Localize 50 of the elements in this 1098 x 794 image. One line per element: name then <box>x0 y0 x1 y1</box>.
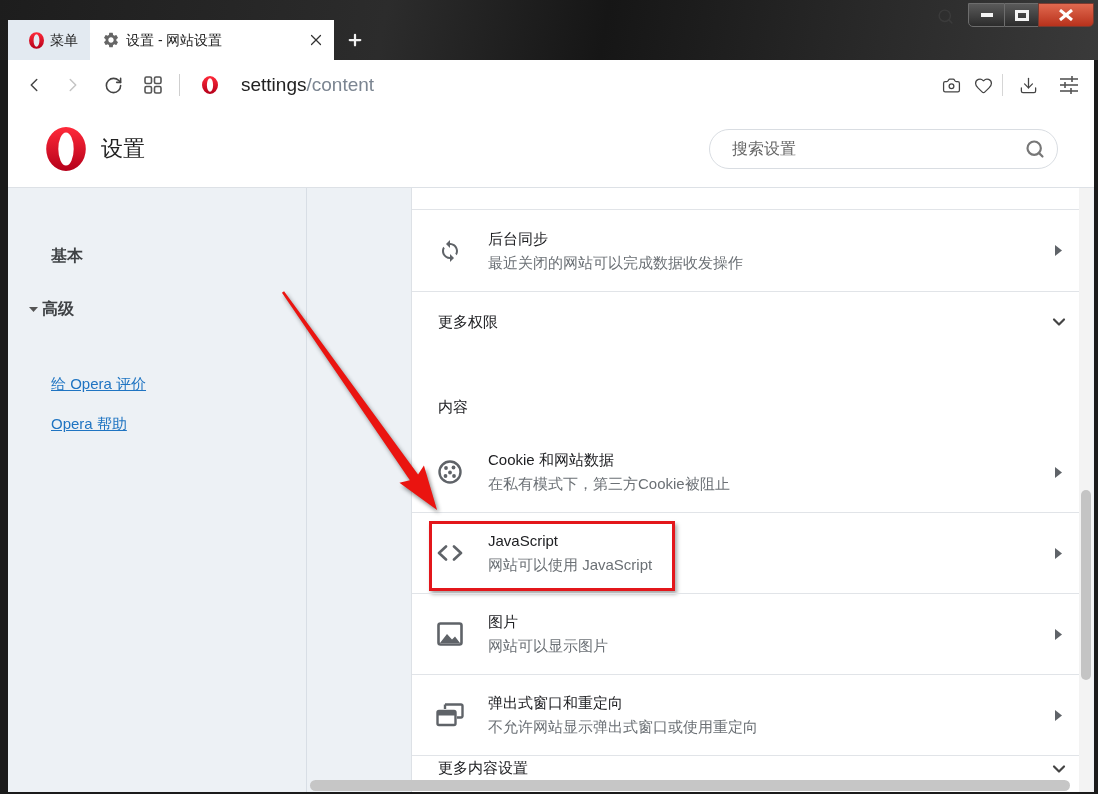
download-icon[interactable] <box>1019 75 1038 95</box>
caret-right-icon[interactable] <box>1055 709 1062 721</box>
tab[interactable]: 设置 - 网站设置 <box>90 20 334 60</box>
setting-title: Cookie 和网站数据 <box>488 450 614 470</box>
caret-right-icon[interactable] <box>1055 245 1062 256</box>
sidebar-link[interactable]: Opera 帮助 <box>51 414 127 434</box>
minimize-icon <box>980 13 993 17</box>
opera-logo-icon <box>202 76 218 94</box>
search-icon[interactable] <box>1025 138 1045 159</box>
setting-title: JavaScript <box>488 531 559 551</box>
address-field[interactable]: settings/content <box>241 73 375 97</box>
heart-icon[interactable] <box>974 75 993 95</box>
sliders-icon[interactable] <box>1060 76 1078 94</box>
setting-description: 网站可以使用 JavaScript <box>488 555 653 575</box>
code-icon <box>437 545 463 561</box>
setting-description: 最近关闭的网站可以完成数据收发操作 <box>488 252 743 273</box>
opera-logo-icon <box>46 126 86 171</box>
image-icon <box>437 622 463 646</box>
setting-title: 弹出式窗口和重定向 <box>488 693 623 713</box>
setting-description: 网站可以显示图片 <box>488 636 608 656</box>
setting-title: 图片 <box>488 612 518 632</box>
gear-icon <box>102 31 120 49</box>
setting-description: 在私有模式下，第三方Cookie被阻止 <box>488 474 730 494</box>
section-heading: 内容 <box>438 398 468 415</box>
menu-button[interactable]: 菜单 <box>8 20 90 60</box>
sidebar-link[interactable]: 给 Opera 评价 <box>51 374 147 394</box>
minimize-button[interactable] <box>968 3 1005 27</box>
section-toggle[interactable]: 更多权限 <box>438 310 1049 334</box>
setting-title: 后台同步 <box>488 228 548 249</box>
maximize-icon <box>1014 9 1029 21</box>
overlapping-windows-icon <box>436 703 464 727</box>
caret-right-icon[interactable] <box>1055 628 1062 640</box>
sidebar-item[interactable]: 基本 <box>51 246 83 266</box>
page-title: 设置 <box>101 135 145 163</box>
sidebar-group[interactable]: 高级 <box>29 299 74 319</box>
setting-description: 不允许网站显示弹出式窗口或使用重定向 <box>488 717 758 737</box>
opera-logo-icon <box>29 31 44 49</box>
close-icon <box>1059 9 1073 21</box>
plus-icon[interactable] <box>346 31 364 49</box>
horizontal-scrollbar[interactable] <box>310 780 1070 791</box>
vertical-scrollbar[interactable] <box>1081 490 1091 680</box>
reload-icon[interactable] <box>104 75 123 95</box>
caret-right-icon[interactable] <box>1055 466 1062 478</box>
close-button[interactable] <box>1038 3 1094 27</box>
section-toggle[interactable]: 更多内容设置 <box>438 759 1049 777</box>
grid-icon[interactable] <box>144 76 162 94</box>
caret-right-icon[interactable] <box>1055 547 1062 559</box>
maximize-button[interactable] <box>1005 3 1038 27</box>
cookie-icon <box>438 460 462 484</box>
search-field[interactable]: 搜索设置 <box>709 128 1058 169</box>
